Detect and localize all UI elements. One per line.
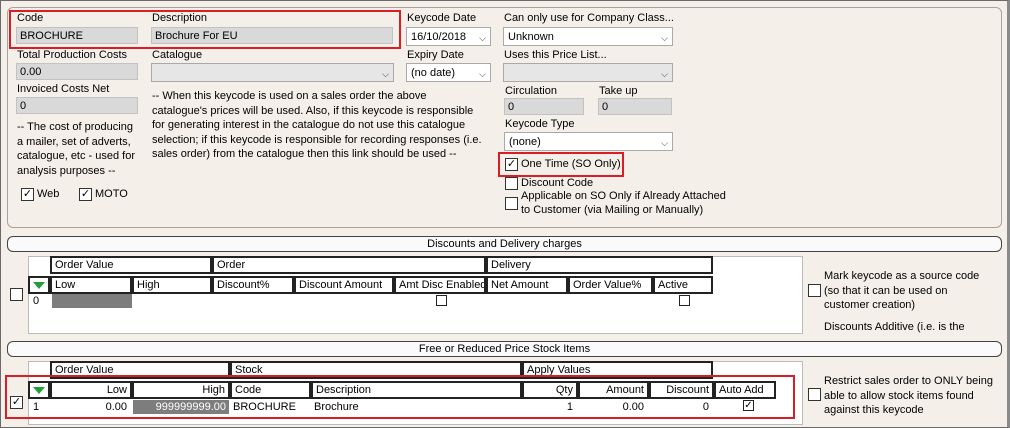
- one-time-highlight: [498, 152, 624, 177]
- discounts-col-net-amount[interactable]: Net Amount: [486, 276, 568, 294]
- discounts-col-discount-amount[interactable]: Discount Amount: [294, 276, 394, 294]
- chevron-down-icon: ⌵: [661, 138, 668, 148]
- amt-disc-enabled-checkbox[interactable]: [436, 295, 447, 306]
- expiry-date-value: (no date): [411, 67, 456, 79]
- restrict-label: Restrict sales order to ONLY being able …: [824, 375, 993, 416]
- catalogue-note: -- When this keycode is used on a sales …: [152, 90, 482, 160]
- keycode-date-picker[interactable]: 16/10/2018 ⌵: [406, 27, 491, 46]
- discounts-row-index: 0: [33, 295, 40, 307]
- chevron-down-icon: ⌵: [661, 33, 668, 43]
- circulation-field[interactable]: 0: [504, 98, 584, 115]
- discounts-col-high[interactable]: High: [132, 276, 212, 294]
- green-triangle-icon: [33, 282, 45, 289]
- mark-source-checkbox[interactable]: [808, 284, 821, 297]
- discounts-group-order: Order: [212, 256, 486, 274]
- web-label: Web: [37, 188, 60, 200]
- discount-code-checkbox[interactable]: [505, 177, 518, 190]
- keycode-type-value: (none): [509, 136, 541, 148]
- restrict-checkbox[interactable]: [808, 388, 821, 401]
- web-checkbox[interactable]: ✓: [21, 188, 34, 201]
- total-costs-label: Total Production Costs: [17, 49, 128, 61]
- moto-label: MOTO: [95, 188, 128, 200]
- invoiced-costs-label: Invoiced Costs Net: [17, 83, 110, 95]
- cost-note: -- The cost of producing a mailer, set o…: [17, 121, 136, 177]
- keycode-type-select[interactable]: (none) ⌵: [504, 132, 673, 151]
- chevron-down-icon: ⌵: [479, 69, 486, 79]
- discounts-col-amt-disc-enabled[interactable]: Amt Disc Enabled: [394, 276, 486, 294]
- discounts-group-delivery: Delivery: [486, 256, 713, 274]
- company-class-value: Unknown: [508, 31, 554, 43]
- code-description-highlight: [9, 10, 401, 49]
- circulation-label: Circulation: [505, 85, 557, 97]
- take-up-field[interactable]: 0: [598, 98, 672, 115]
- company-class-select[interactable]: Unknown ⌵: [503, 27, 673, 46]
- total-costs-field[interactable]: 0.00: [16, 63, 138, 80]
- discounts-col-discount-pct[interactable]: Discount%: [212, 276, 294, 294]
- discounts-filter-cell[interactable]: [28, 276, 50, 294]
- price-list-label: Uses this Price List...: [504, 49, 607, 61]
- take-up-label: Take up: [599, 85, 638, 97]
- discounts-additive-label: Discounts Additive (i.e. is the: [824, 321, 965, 333]
- applicable-label-line1: Applicable on SO Only if Already Attache…: [521, 190, 726, 202]
- active-checkbox[interactable]: [679, 295, 690, 306]
- expiry-date-picker[interactable]: (no date) ⌵: [406, 63, 491, 82]
- keycode-date-label: Keycode Date: [407, 12, 477, 24]
- expiry-date-label: Expiry Date: [407, 49, 464, 61]
- discounts-group-order-value: Order Value: [50, 256, 212, 274]
- applicable-checkbox[interactable]: [505, 197, 518, 210]
- chevron-down-icon: ⌵: [382, 69, 389, 79]
- moto-checkbox[interactable]: ✓: [79, 188, 92, 201]
- chevron-down-icon: ⌵: [661, 69, 668, 79]
- catalogue-label: Catalogue: [152, 49, 203, 61]
- keycode-type-label: Keycode Type: [505, 118, 575, 130]
- price-list-select[interactable]: ⌵: [503, 63, 673, 82]
- discounts-col-active[interactable]: Active: [653, 276, 713, 294]
- stock-section-header[interactable]: Free or Reduced Price Stock Items: [7, 341, 1002, 357]
- catalogue-select[interactable]: ⌵: [151, 63, 394, 82]
- discounts-low-cell[interactable]: [52, 294, 132, 308]
- chevron-down-icon: ⌵: [479, 33, 486, 43]
- discounts-col-order-value-pct[interactable]: Order Value%: [568, 276, 653, 294]
- discounts-section-header[interactable]: Discounts and Delivery charges: [7, 236, 1002, 252]
- discounts-col-low[interactable]: Low: [50, 276, 132, 294]
- keycode-date-value: 16/10/2018: [411, 31, 467, 43]
- invoiced-costs-field[interactable]: 0: [16, 97, 138, 114]
- mark-source-label: Mark keycode as a source code (so that i…: [824, 270, 980, 311]
- discounts-row-select-checkbox[interactable]: [10, 288, 23, 301]
- applicable-label-line2: to Customer (via Mailing or Manually): [521, 204, 704, 216]
- check-icon: ✓: [80, 188, 91, 200]
- stock-row-highlight: [5, 375, 795, 419]
- check-icon: ✓: [22, 188, 33, 200]
- discount-code-label: Discount Code: [521, 177, 594, 189]
- company-class-label: Can only use for Company Class...: [504, 12, 674, 24]
